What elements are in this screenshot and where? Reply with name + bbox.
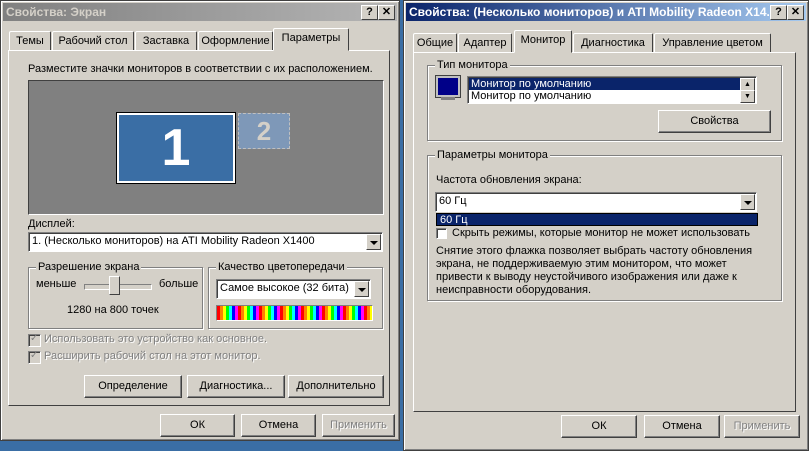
monitor-panel: Тип монитора Монитор по умолчанию Монито… bbox=[413, 52, 796, 412]
extend-desktop-checkbox[interactable] bbox=[28, 350, 41, 364]
display-label: Дисплей: bbox=[28, 218, 75, 230]
refresh-rate-label: Частота обновления экрана: bbox=[436, 174, 582, 186]
ok-button[interactable]: ОК bbox=[160, 414, 235, 437]
chevron-down-icon[interactable] bbox=[366, 234, 381, 250]
cancel-button[interactable]: Отмена bbox=[241, 414, 316, 437]
monitor-stand bbox=[441, 97, 455, 100]
monitor-settings-group: Параметры монитора Частота обновления эк… bbox=[427, 149, 782, 301]
color-spectrum-bar bbox=[216, 305, 373, 321]
list-item[interactable]: Монитор по умолчанию bbox=[469, 90, 740, 102]
title-bar[interactable]: Свойства: Экран ? ✕ bbox=[3, 3, 397, 21]
close-button[interactable]: ✕ bbox=[787, 5, 804, 20]
resolution-slider-thumb[interactable] bbox=[109, 276, 120, 295]
tab-adapter[interactable]: Адаптер bbox=[458, 33, 512, 53]
monitor-properties-window: Свойства: (Несколько мониторов) и ATI Mo… bbox=[403, 0, 809, 451]
resolution-less-label: меньше bbox=[36, 278, 77, 290]
scroll-down-button[interactable]: ▼ bbox=[740, 90, 755, 103]
window-title: Свойства: (Несколько мониторов) и ATI Mo… bbox=[409, 5, 777, 19]
primary-device-checkbox[interactable] bbox=[28, 333, 41, 347]
hide-modes-label: Скрыть режимы, которые монитор не может … bbox=[452, 227, 750, 239]
description-line: привести к выводу неустойчивого изображе… bbox=[436, 271, 737, 283]
monitor-type-group: Тип монитора Монитор по умолчанию Монито… bbox=[427, 59, 782, 141]
refresh-rate-option[interactable]: 60 Гц bbox=[436, 213, 758, 226]
cancel-button[interactable]: Отмена bbox=[644, 415, 720, 438]
chevron-down-icon[interactable] bbox=[354, 281, 369, 297]
apply-button[interactable]: Применить bbox=[322, 414, 395, 437]
help-button[interactable]: ? bbox=[361, 5, 378, 20]
description-line: экрана, не поддерживаемую этим монитором… bbox=[436, 258, 727, 270]
tab-general[interactable]: Общие bbox=[413, 33, 457, 53]
display-select[interactable]: 1. (Несколько мониторов) на ATI Mobility… bbox=[28, 232, 383, 252]
monitor-2-icon[interactable]: 2 bbox=[238, 113, 290, 149]
help-button[interactable]: ? bbox=[770, 5, 787, 20]
window-title: Свойства: Экран bbox=[6, 5, 107, 19]
color-quality-group: Качество цветопередачи Самое высокое (32… bbox=[208, 261, 383, 329]
monitor-1-icon[interactable]: 1 bbox=[116, 112, 236, 184]
apply-button[interactable]: Применить bbox=[724, 415, 800, 438]
instruction-text: Разместите значки мониторов в соответств… bbox=[28, 63, 373, 75]
color-quality-select[interactable]: Самое высокое (32 бита) bbox=[216, 279, 371, 299]
description-line: неисправности оборудования. bbox=[436, 284, 592, 296]
tab-screensaver[interactable]: Заставка bbox=[135, 31, 197, 51]
chevron-down-icon[interactable] bbox=[740, 194, 755, 210]
tab-monitor[interactable]: Монитор bbox=[514, 30, 572, 53]
tab-troubleshoot[interactable]: Диагностика bbox=[573, 33, 653, 53]
refresh-rate-select[interactable]: 60 Гц bbox=[435, 192, 757, 212]
settings-panel: Разместите значки мониторов в соответств… bbox=[8, 50, 390, 406]
ok-button[interactable]: ОК bbox=[561, 415, 637, 438]
hide-modes-checkbox[interactable] bbox=[436, 228, 447, 239]
monitor-properties-button[interactable]: Свойства bbox=[658, 110, 771, 133]
description-line: Снятие этого флажка позволяет выбрать ча… bbox=[436, 245, 753, 257]
tab-settings[interactable]: Параметры bbox=[273, 28, 349, 51]
list-item[interactable]: Монитор по умолчанию bbox=[469, 78, 740, 90]
monitor-icon bbox=[435, 75, 461, 98]
monitor-arrangement-area[interactable]: 1 2 bbox=[28, 80, 384, 215]
resolution-value: 1280 на 800 точек bbox=[67, 304, 159, 316]
tab-color-management[interactable]: Управление цветом bbox=[654, 33, 771, 53]
tab-desktop[interactable]: Рабочий стол bbox=[52, 31, 134, 51]
tab-themes[interactable]: Темы bbox=[9, 31, 51, 51]
resolution-more-label: больше bbox=[159, 278, 199, 290]
monitor-list[interactable]: Монитор по умолчанию Монитор по умолчани… bbox=[467, 76, 757, 104]
title-bar[interactable]: Свойства: (Несколько мониторов) и ATI Mo… bbox=[406, 3, 806, 21]
primary-device-label: Использовать это устройство как основное… bbox=[44, 333, 268, 345]
close-button[interactable]: ✕ bbox=[378, 5, 395, 20]
advanced-button[interactable]: Дополнительно bbox=[288, 375, 384, 398]
extend-desktop-label: Расширить рабочий стол на этот монитор. bbox=[44, 350, 261, 362]
resolution-group: Разрешение экрана меньше больше 1280 на … bbox=[28, 261, 203, 329]
identify-button[interactable]: Определение bbox=[84, 375, 182, 398]
tab-appearance[interactable]: Оформление bbox=[198, 31, 273, 51]
troubleshoot-button[interactable]: Диагностика... bbox=[187, 375, 285, 398]
display-properties-window: Свойства: Экран ? ✕ Темы Рабочий стол За… bbox=[0, 0, 400, 441]
